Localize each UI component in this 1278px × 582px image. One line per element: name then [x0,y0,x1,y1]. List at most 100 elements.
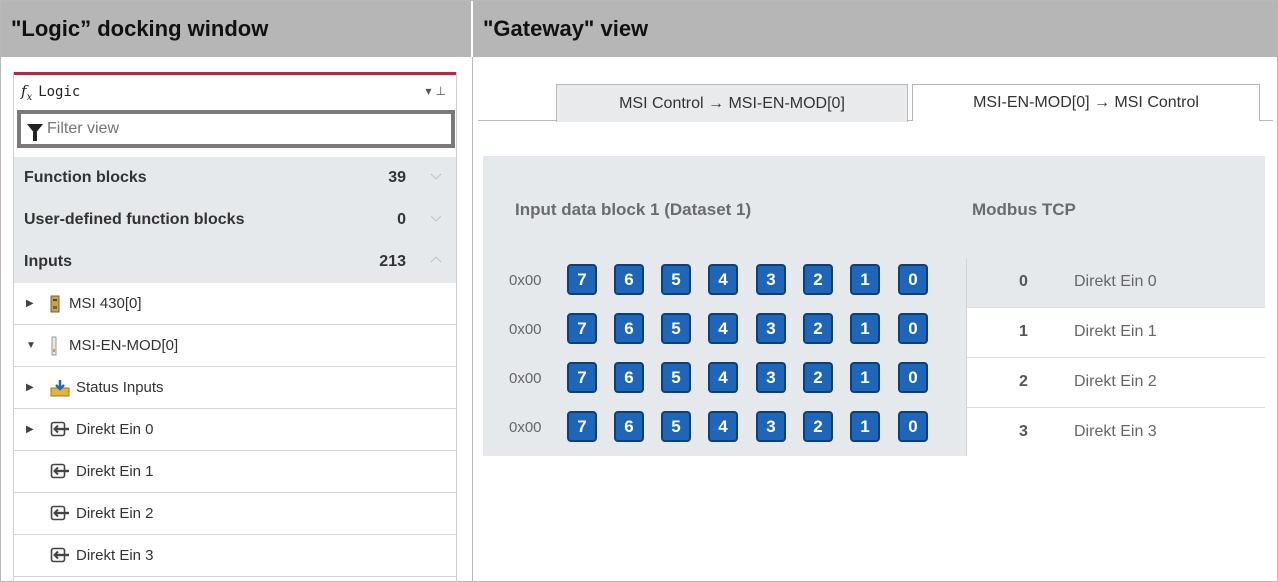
input-arrow-icon [50,505,70,525]
chevron-down-icon[interactable] [430,170,442,182]
tree-item-label: Direkt Ein 0 [76,421,154,438]
function-icon: fx [21,81,33,103]
row-address: 0x00 [509,321,542,338]
bit-button[interactable]: 6 [614,313,644,344]
chevron-up-icon[interactable] [430,254,442,266]
bit-button[interactable]: 5 [661,313,691,344]
tree-item[interactable]: ▶ Status Inputs [14,367,456,409]
modbus-row[interactable]: 3 Direkt Ein 3 [967,408,1265,458]
tree-item-label: Direkt Ein 1 [76,463,154,480]
bit-button[interactable]: 5 [661,362,691,393]
bit-button[interactable]: 6 [614,362,644,393]
bit-button[interactable]: 1 [850,362,880,393]
tree-item-label: Direkt Ein 2 [76,505,154,522]
row-address: 0x00 [509,370,542,387]
collapsed-arrow-icon[interactable]: ▶ [26,382,34,393]
bit-button[interactable]: 1 [850,313,880,344]
logic-panel: fx Logic ▾⊥ Function blocks 39 User-define… [13,72,457,582]
expanded-arrow-icon[interactable]: ▼ [26,340,36,351]
filter-box[interactable] [17,110,455,148]
chevron-down-icon[interactable] [430,212,442,224]
bit-button[interactable]: 4 [708,362,738,393]
modbus-row[interactable]: 2 Direkt Ein 2 [967,358,1265,408]
bit-button[interactable]: 4 [708,313,738,344]
register-number: 2 [1019,373,1028,390]
bit-button[interactable]: 7 [567,264,597,295]
category-count: 213 [379,253,406,270]
category-name: Inputs [24,253,72,270]
input-arrow-icon [50,463,70,483]
bit-button[interactable]: 0 [898,313,928,344]
tree-item[interactable]: Direkt Ein 3 [14,535,456,577]
bit-button[interactable]: 3 [756,313,786,344]
bit-button[interactable]: 2 [803,411,833,442]
bit-button[interactable]: 1 [850,411,880,442]
bit-button[interactable]: 3 [756,362,786,393]
dropdown-icon[interactable]: ▾ [426,84,436,98]
modbus-row[interactable]: 0 Direkt Ein 0 [967,258,1265,308]
register-name: Direkt Ein 2 [1074,373,1157,390]
bit-button[interactable]: 6 [614,264,644,295]
tree-item-label: Status Inputs [76,379,164,396]
bit-button[interactable]: 0 [898,411,928,442]
bit-button[interactable]: 7 [567,362,597,393]
bit-button[interactable]: 5 [661,411,691,442]
category-row[interactable]: Inputs 213 [14,241,456,283]
category-row[interactable]: Function blocks 39 [14,157,456,199]
left-caption: "Logic” docking window [1,1,472,57]
bit-button[interactable]: 0 [898,362,928,393]
category-name: User-defined function blocks [24,211,245,228]
tree-item-label: MSI-EN-MOD[0] [69,337,179,354]
category-name: Function blocks [24,169,147,186]
modbus-row[interactable]: 1 Direkt Ein 1 [967,308,1265,358]
register-name: Direkt Ein 0 [1074,273,1157,290]
tab-control-to-module[interactable]: MSI Control → MSI-EN-MOD[0] [556,84,908,122]
bit-button[interactable]: 7 [567,411,597,442]
tree-item[interactable]: ▶ MSI 430[0] [14,283,456,325]
filter-input[interactable] [47,120,427,138]
bit-button[interactable]: 7 [567,313,597,344]
bit-button[interactable]: 2 [803,362,833,393]
right-caption-text: "Gateway" view [483,16,649,41]
protocol-title: Modbus TCP [972,200,1076,219]
tab-module-to-control[interactable]: MSI-EN-MOD[0] → MSI Control [912,84,1260,121]
row-address: 0x00 [509,272,542,289]
panel-title-bar[interactable]: fx Logic ▾⊥ [14,75,456,109]
bit-button[interactable]: 4 [708,264,738,295]
right-caption: "Gateway" view [473,1,1277,57]
register-name: Direkt Ein 1 [1074,323,1157,340]
filter-icon [27,124,43,141]
row-address: 0x00 [509,419,542,436]
module-slim-icon [50,336,58,360]
bit-button[interactable]: 4 [708,411,738,442]
tree-item[interactable]: Direkt Ein 2 [14,493,456,535]
pin-icon[interactable]: ⊥ [436,84,450,98]
collapsed-arrow-icon[interactable]: ▶ [26,298,34,309]
status-inputs-icon [50,379,70,401]
register-number: 0 [1019,273,1028,290]
bit-button[interactable]: 3 [756,264,786,295]
column-divider [472,57,473,582]
bit-button[interactable]: 5 [661,264,691,295]
bit-button[interactable]: 2 [803,264,833,295]
bit-button[interactable]: 2 [803,313,833,344]
category-row[interactable]: User-defined function blocks 0 [14,199,456,241]
collapsed-arrow-icon[interactable]: ▶ [26,424,34,435]
register-number: 1 [1019,323,1028,340]
register-number: 3 [1019,423,1028,440]
tree-item-label: MSI 430[0] [69,295,142,312]
bit-button[interactable]: 6 [614,411,644,442]
bit-button[interactable]: 0 [898,264,928,295]
input-arrow-icon [50,421,70,441]
bit-button[interactable]: 1 [850,264,880,295]
tab-label: MSI Control → MSI-EN-MOD[0] [619,94,845,112]
category-count: 39 [388,169,406,186]
modbus-table: 0 Direkt Ein 0 1 Direkt Ein 1 2 Direkt Ein 2 3… [966,258,1265,456]
tree-item[interactable]: ▼ MSI-EN-MOD[0] [14,325,456,367]
panel-controls[interactable]: ▾⊥ [426,84,450,98]
panel-title: Logic [38,84,81,100]
tree-item[interactable]: Direkt Ein 1 [14,451,456,493]
tree-item[interactable]: ▶ Direkt Ein 0 [14,409,456,451]
tab-label: MSI-EN-MOD[0] → MSI Control [973,94,1199,111]
bit-button[interactable]: 3 [756,411,786,442]
